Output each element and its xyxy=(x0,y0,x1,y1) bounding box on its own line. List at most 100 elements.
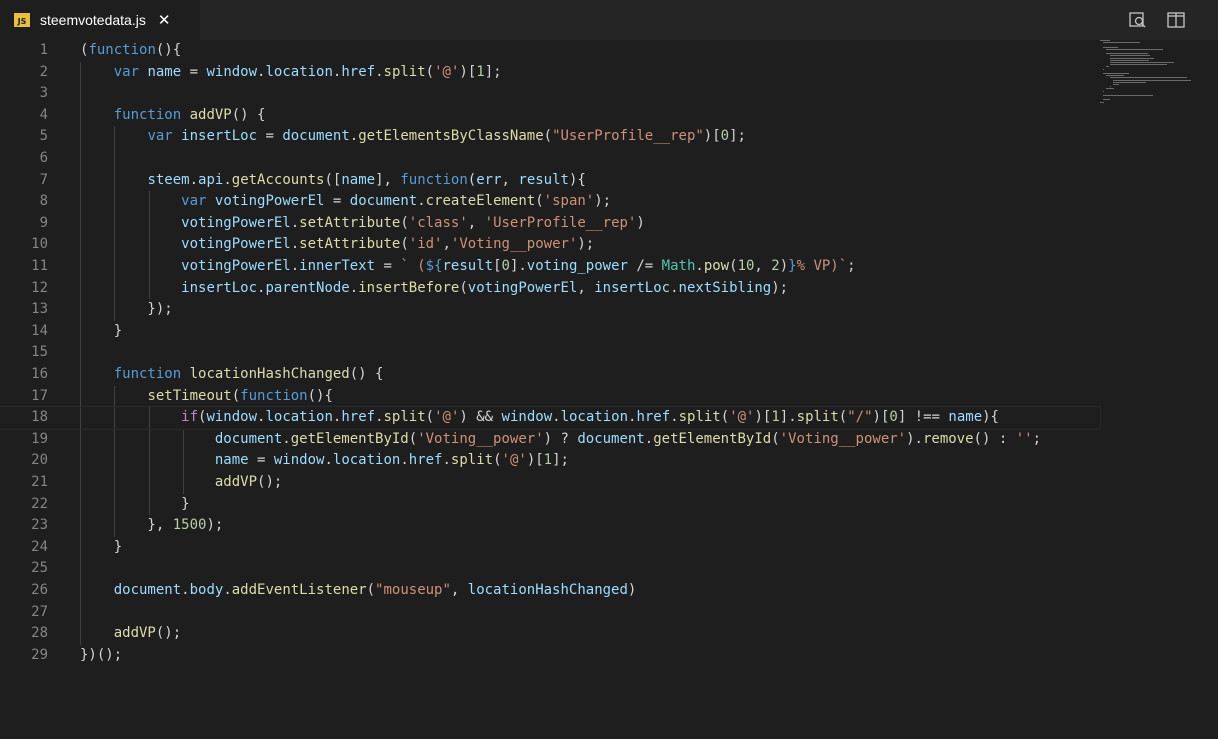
code-line[interactable]: 2 var name = window.location.href.split(… xyxy=(0,62,1100,84)
code-token: '@' xyxy=(434,63,460,80)
code-line[interactable]: 26 document.body.addEventListener("mouse… xyxy=(0,580,1100,602)
code-line[interactable]: 10 votingPowerEl.setAttribute('id','Voti… xyxy=(0,234,1100,256)
tab-title: steemvotedata.js xyxy=(40,12,146,28)
code-line[interactable]: 6 xyxy=(0,148,1100,170)
code-token: ( xyxy=(838,409,848,426)
line-number: 6 xyxy=(39,150,48,166)
code-token: var xyxy=(181,193,207,210)
line-number: 13 xyxy=(31,301,48,318)
code-token: getAccounts xyxy=(231,171,325,188)
code-token: ( xyxy=(459,279,468,296)
code-line[interactable]: 5 var insertLoc = document.getElementsBy… xyxy=(0,126,1100,148)
code-token: = xyxy=(324,193,350,210)
code-editor[interactable]: 1 (function(){2 var name = window.locatio… xyxy=(0,40,1218,739)
code-line[interactable]: 9 votingPowerEl.setAttribute('class', 'U… xyxy=(0,213,1100,235)
code-token: votingPowerEl xyxy=(181,214,291,231)
line-number: 2 xyxy=(39,63,48,80)
close-icon[interactable]: ✕ xyxy=(158,11,171,29)
code-line[interactable]: 8 var votingPowerEl = document.createEle… xyxy=(0,191,1100,213)
code-line[interactable]: 29})(); xyxy=(0,645,1100,667)
code-token: result xyxy=(518,171,569,188)
code-line[interactable]: 23 }, 1500); xyxy=(0,515,1100,537)
code-token: , xyxy=(577,279,595,296)
code-line[interactable]: 24 } xyxy=(0,537,1100,559)
code-token: 'UserProfile__rep' xyxy=(484,214,637,231)
code-token: Math xyxy=(661,258,696,274)
code-line[interactable]: 7 steem.api.getAccounts([name], function… xyxy=(0,170,1100,192)
code-token: if xyxy=(181,409,199,426)
code-line[interactable]: 18 if(window.location.href.split('@') &&… xyxy=(0,406,1101,430)
tab-steemvotedata[interactable]: JS steemvotedata.js ✕ xyxy=(0,0,200,40)
minimap-line xyxy=(1103,95,1153,96)
code-token: ( xyxy=(729,258,738,274)
code-token: ) && xyxy=(459,409,502,426)
code-line[interactable]: 16 function locationHashChanged() { xyxy=(0,364,1100,386)
minimap[interactable] xyxy=(1100,40,1191,110)
code-token: )[ xyxy=(459,63,477,80)
code-line[interactable]: 13 }); xyxy=(0,299,1100,321)
code-text: document.body.addEventListener("mouseup"… xyxy=(80,580,637,602)
code-token: ( xyxy=(400,236,409,253)
line-number: 1 xyxy=(39,42,48,58)
code-token: )[ xyxy=(703,128,721,145)
js-file-icon: JS xyxy=(14,13,30,27)
code-token: . xyxy=(181,582,190,598)
code-token: ( xyxy=(425,63,435,80)
code-line[interactable]: 15 xyxy=(0,342,1100,364)
code-token: "mouseup" xyxy=(375,582,451,598)
code-line[interactable]: 21 addVP(); xyxy=(0,472,1100,494)
minimap-line xyxy=(1109,57,1154,59)
code-line[interactable]: 4 function addVP() { xyxy=(0,105,1100,127)
line-number: 24 xyxy=(31,538,48,555)
split-editor-icon[interactable] xyxy=(1166,10,1186,30)
code-token: '@' xyxy=(729,409,755,426)
code-token: ( xyxy=(467,171,477,188)
code-token: (); xyxy=(257,474,283,490)
code-token: href xyxy=(341,63,376,80)
code-line[interactable]: 28 addVP(); xyxy=(0,623,1100,645)
code-token: '@' xyxy=(434,409,460,426)
code-token: name xyxy=(147,63,182,80)
code-line[interactable]: 12 insertLoc.parentNode.insertBefore(vot… xyxy=(0,278,1100,300)
code-text: if(window.location.href.split('@') && wi… xyxy=(80,407,999,429)
code-token: 'Voting__power' xyxy=(779,430,907,447)
code-line[interactable]: 17 setTimeout(function(){ xyxy=(0,386,1100,408)
code-text: document.getElementById('Voting__power')… xyxy=(80,429,1041,451)
line-number: 5 xyxy=(39,128,48,145)
line-number: 12 xyxy=(31,279,48,296)
code-token: ] !== xyxy=(897,409,949,426)
line-number: 8 xyxy=(39,193,48,210)
minimap-line xyxy=(1103,46,1118,48)
code-token: (){ xyxy=(155,42,182,58)
code-token: . xyxy=(349,279,359,296)
code-token: . xyxy=(324,452,333,469)
code-token: function xyxy=(400,171,468,188)
code-token: remove xyxy=(922,430,974,447)
line-number: 21 xyxy=(31,474,48,490)
line-number: 25 xyxy=(31,560,48,577)
open-preview-icon[interactable] xyxy=(1128,10,1148,30)
code-token: '@' xyxy=(501,452,527,469)
minimap-line xyxy=(1103,73,1129,74)
code-text: votingPowerEl.innerText = ` (${result[0]… xyxy=(80,256,855,278)
line-number: 11 xyxy=(31,258,48,274)
code-token: setTimeout xyxy=(147,387,232,404)
code-token: ); xyxy=(594,193,612,210)
code-line[interactable]: 11 votingPowerEl.innerText = ` (${result… xyxy=(0,256,1100,278)
code-line[interactable]: 27 xyxy=(0,602,1100,624)
code-line[interactable]: 3 xyxy=(0,83,1100,105)
minimap-line xyxy=(1103,99,1110,101)
code-text: (function(){ xyxy=(80,40,181,62)
code-line[interactable]: 20 name = window.location.href.split('@'… xyxy=(0,450,1100,472)
code-line[interactable]: 25 xyxy=(0,558,1100,580)
code-line[interactable]: 14 } xyxy=(0,321,1100,343)
code-line[interactable]: 19 document.getElementById('Voting__powe… xyxy=(0,429,1100,451)
code-line[interactable]: 1 (function(){ xyxy=(0,40,1100,62)
code-line[interactable]: 22 } xyxy=(0,494,1100,516)
minimap-line xyxy=(1109,62,1174,63)
